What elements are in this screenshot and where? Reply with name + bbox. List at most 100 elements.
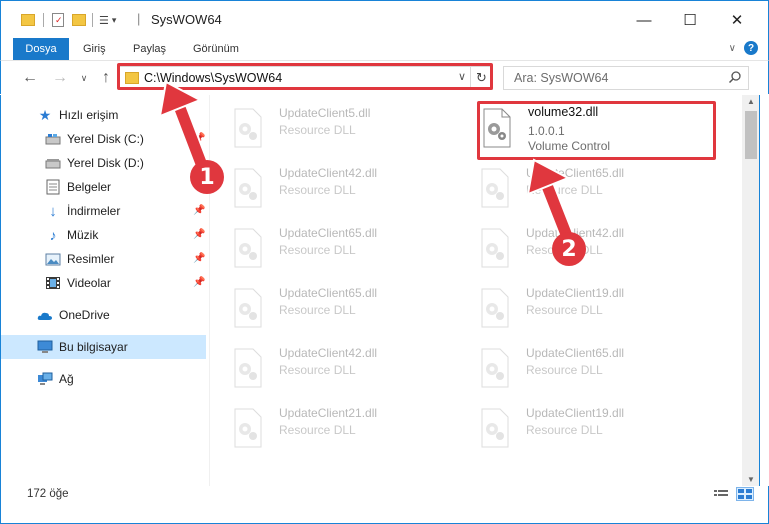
separator [43,13,44,27]
sidebar-item-this-pc[interactable]: Bu bilgisayar [1,335,206,359]
ribbon-tabs: Dosya Giriş Paylaş Görünüm ∨ ? [0,38,769,60]
file-description: Resource DLL [526,423,603,437]
search-placeholder: Ara: SysWOW64 [514,71,609,85]
sidebar-item-music[interactable]: ♪ Müzik 📌 [1,223,206,247]
tab-home[interactable]: Giriş [73,38,116,60]
file-item[interactable]: UpdateClient5.dll Resource DLL [211,100,451,156]
sidebar-item-label: Belgeler [67,180,112,194]
pin-icon[interactable]: 📌 [193,205,205,216]
dll-file-icon [234,228,262,268]
tab-file[interactable]: Dosya [13,38,69,60]
sidebar-item-label: Yerel Disk (C:) [67,132,144,146]
download-icon: ↓ [49,202,57,220]
drive-icon [45,155,61,171]
file-name: UpdateClient19.dll [526,286,625,300]
search-icon[interactable] [728,70,742,87]
sidebar-item-label: Bu bilgisayar [59,340,128,354]
sidebar-item-label: Hızlı erişim [59,108,119,122]
pictures-icon [45,251,61,267]
sidebar-item-videos[interactable]: Videolar 📌 [1,271,206,295]
computer-icon [37,339,53,355]
scroll-thumb[interactable] [745,111,757,159]
documents-icon [45,179,61,195]
dll-file-icon [481,408,509,448]
file-item[interactable]: UpdateClient19.dll Resource DLL [458,280,698,336]
dll-file-icon [234,348,262,388]
tab-view[interactable]: Görünüm [183,38,249,60]
pin-icon[interactable]: 📌 [193,229,205,240]
forward-button[interactable]: → [49,67,71,89]
pin-icon[interactable]: 📌 [193,253,205,264]
file-item[interactable]: UpdateClient65.dll Resource DLL [211,220,451,276]
dll-file-icon [481,168,509,208]
expand-ribbon-icon[interactable]: ∨ [729,43,736,54]
details-view-icon[interactable] [712,487,730,501]
tab-share[interactable]: Paylaş [123,38,176,60]
chevron-down-icon[interactable]: ▾ [112,15,117,26]
file-name: UpdateClient19.dll [526,406,625,420]
tiles-view-icon[interactable] [736,487,754,501]
sidebar-item-label: Müzik [67,228,99,242]
sidebar-item-disk-d[interactable]: Yerel Disk (D:) [1,151,206,175]
file-item[interactable]: UpdateClient42.dll Resource DLL [211,160,451,216]
file-name: UpdateClient42.dll [279,166,378,180]
vertical-scrollbar[interactable]: ▲ ▼ [742,95,760,486]
customize-icon[interactable]: ☰ [99,14,109,27]
file-item[interactable]: UpdateClient65.dll Resource DLL [458,340,698,396]
scroll-down-icon[interactable]: ▼ [742,475,760,484]
pin-icon[interactable]: 📌 [193,277,205,288]
file-name: UpdateClient65.dll [526,166,625,180]
file-description: Resource DLL [279,423,356,437]
address-highlight-box [117,63,493,90]
file-item[interactable]: UpdateClient42.dll Resource DLL [211,340,451,396]
pin-icon[interactable]: 📌 [193,133,205,144]
sidebar-item-network[interactable]: Ağ [1,367,206,391]
file-description: Resource DLL [526,183,603,197]
maximize-button[interactable]: ☐ [667,1,713,39]
file-description: Resource DLL [526,303,603,317]
sidebar-item-quick-access[interactable]: ★ Hızlı erişim [1,103,206,127]
quick-access-toolbar: ✓ ☰ ▾ [21,11,116,29]
sidebar-item-documents[interactable]: Belgeler [1,175,206,199]
file-name: UpdateClient42.dll [279,346,378,360]
file-item[interactable]: UpdateClient21.dll Resource DLL [211,400,451,456]
title-separator: | [137,11,141,26]
sidebar-item-label: Videolar [67,276,111,290]
properties-icon[interactable]: ✓ [52,13,64,27]
separator [92,13,93,27]
help-icon[interactable]: ? [744,41,758,55]
sidebar-item-downloads[interactable]: ↓ İndirmeler 📌 [1,199,206,223]
file-name: UpdateClient21.dll [279,406,378,420]
up-button[interactable]: ↑ [95,67,117,89]
music-icon: ♪ [49,227,57,243]
dll-file-icon [234,168,262,208]
file-description: Resource DLL [279,363,356,377]
file-item[interactable]: UpdateClient65.dll Resource DLL [458,160,698,216]
star-icon: ★ [38,106,52,123]
minimize-button[interactable]: — [621,1,667,39]
new-folder-icon[interactable] [72,14,86,26]
sidebar-item-pictures[interactable]: Resimler 📌 [1,247,206,271]
file-item[interactable]: UpdateClient65.dll Resource DLL [211,280,451,336]
sidebar-item-disk-c[interactable]: Yerel Disk (C:) 📌 [1,127,206,151]
network-icon [37,371,53,387]
file-description: Resource DLL [279,123,356,137]
dll-file-icon [481,288,509,328]
close-button[interactable]: ✕ [714,1,760,39]
file-highlight-box [477,101,716,160]
file-name: UpdateClient65.dll [279,286,378,300]
dll-file-icon [481,348,509,388]
folder-icon[interactable] [21,14,35,26]
file-item[interactable]: UpdateClient19.dll Resource DLL [458,400,698,456]
sidebar-item-label: OneDrive [59,308,110,322]
file-description: Resource DLL [279,303,356,317]
file-name: UpdateClient5.dll [279,106,371,120]
dll-file-icon [234,408,262,448]
sidebar-item-onedrive[interactable]: OneDrive [1,303,206,327]
search-box[interactable]: Ara: SysWOW64 [503,66,749,90]
drive-icon [45,131,61,147]
recent-locations-button[interactable]: ∨ [73,67,95,89]
sidebar-item-label: Ağ [59,372,74,386]
scroll-up-icon[interactable]: ▲ [742,97,760,106]
back-button[interactable]: ← [19,67,41,89]
